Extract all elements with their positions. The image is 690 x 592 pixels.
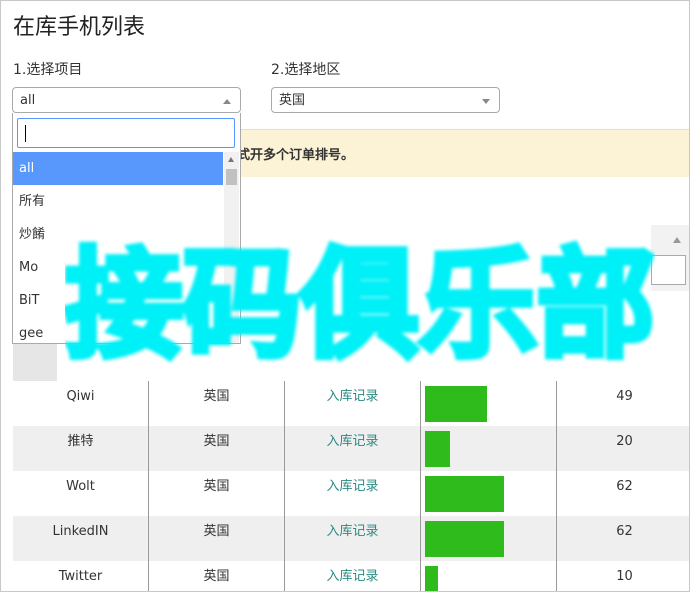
region-cell: 英国 bbox=[149, 381, 285, 426]
region-cell: 英国 bbox=[149, 426, 285, 471]
project-name-cell: Twitter bbox=[13, 561, 149, 591]
chevron-up-icon bbox=[223, 99, 231, 104]
stock-record-cell: 入库记录 bbox=[285, 471, 421, 516]
scrollbar-thumb[interactable] bbox=[226, 169, 237, 185]
notice-text: 式开多个订单排号。 bbox=[237, 148, 355, 163]
stock-bar-cell bbox=[421, 426, 557, 471]
stock-count-cell: 62 bbox=[616, 524, 633, 539]
stock-bar bbox=[425, 476, 504, 512]
stock-bar bbox=[425, 521, 504, 557]
side-input[interactable] bbox=[651, 255, 686, 285]
stock-record-cell: 入库记录 bbox=[285, 561, 421, 591]
table-row: Twitter 英国 入库记录 10 bbox=[13, 561, 689, 591]
watermark-text: 接码俱乐部 bbox=[65, 236, 655, 374]
chevron-down-icon bbox=[482, 99, 490, 104]
stock-bar bbox=[425, 566, 438, 591]
project-select-value: all bbox=[20, 93, 36, 108]
stock-bar-cell bbox=[421, 516, 557, 561]
stock-count-cell: 20 bbox=[616, 434, 633, 449]
stock-bar-cell bbox=[421, 381, 557, 426]
phone-table: Qiwi 英国 入库记录 49 推特 英国 入库记录 20 Wolt 英国 入库记录 62 Linked… bbox=[13, 381, 689, 591]
region-cell: 英国 bbox=[149, 516, 285, 561]
region-select-value: 英国 bbox=[279, 93, 306, 108]
project-label: 1.选择项目 bbox=[13, 62, 83, 78]
project-name-cell: LinkedIN bbox=[13, 516, 149, 561]
stock-record-cell: 入库记录 bbox=[285, 426, 421, 471]
text-cursor bbox=[25, 125, 26, 142]
scroll-up-icon[interactable] bbox=[673, 237, 681, 243]
region-cell: 英国 bbox=[149, 561, 285, 591]
project-name-cell: 推特 bbox=[13, 426, 149, 471]
project-name-cell: Wolt bbox=[13, 471, 149, 516]
stock-record-link[interactable]: 入库记录 bbox=[326, 434, 378, 449]
dropdown-search-input[interactable] bbox=[17, 118, 235, 148]
stock-record-link[interactable]: 入库记录 bbox=[326, 524, 378, 539]
region-select[interactable]: 英国 bbox=[271, 87, 500, 113]
stock-record-link[interactable]: 入库记录 bbox=[326, 569, 378, 584]
watermark: 接码俱乐部 bbox=[65, 233, 655, 377]
table-row: Wolt 英国 入库记录 62 bbox=[13, 471, 689, 516]
table-row: Qiwi 英国 入库记录 49 bbox=[13, 381, 689, 426]
stock-record-cell: 入库记录 bbox=[285, 381, 421, 426]
scroll-up-icon[interactable] bbox=[228, 157, 234, 162]
table-row: LinkedIN 英国 入库记录 62 bbox=[13, 516, 689, 561]
stock-bar-cell bbox=[421, 561, 557, 591]
page-title: 在库手机列表 bbox=[13, 15, 146, 40]
project-name-cell: Qiwi bbox=[13, 381, 149, 426]
stock-record-link[interactable]: 入库记录 bbox=[326, 389, 378, 404]
stock-bar-cell bbox=[421, 471, 557, 516]
stock-record-link[interactable]: 入库记录 bbox=[326, 479, 378, 494]
dropdown-option[interactable]: all bbox=[13, 152, 223, 185]
stock-bar bbox=[425, 431, 450, 467]
stock-count-cell: 49 bbox=[616, 389, 633, 404]
table-row: 推特 英国 入库记录 20 bbox=[13, 426, 689, 471]
region-label: 2.选择地区 bbox=[271, 62, 341, 78]
stock-count-cell: 62 bbox=[616, 479, 633, 494]
stock-record-cell: 入库记录 bbox=[285, 516, 421, 561]
notice-banner: 式开多个订单排号。 bbox=[237, 129, 689, 177]
app-window: 在库手机列表 1.选择项目 2.选择地区 all 英国 式开多个订单排号。 Qi… bbox=[0, 0, 690, 592]
stock-bar bbox=[425, 386, 487, 422]
stock-count-cell: 10 bbox=[616, 569, 633, 584]
region-cell: 英国 bbox=[149, 471, 285, 516]
project-select[interactable]: all bbox=[12, 87, 241, 113]
